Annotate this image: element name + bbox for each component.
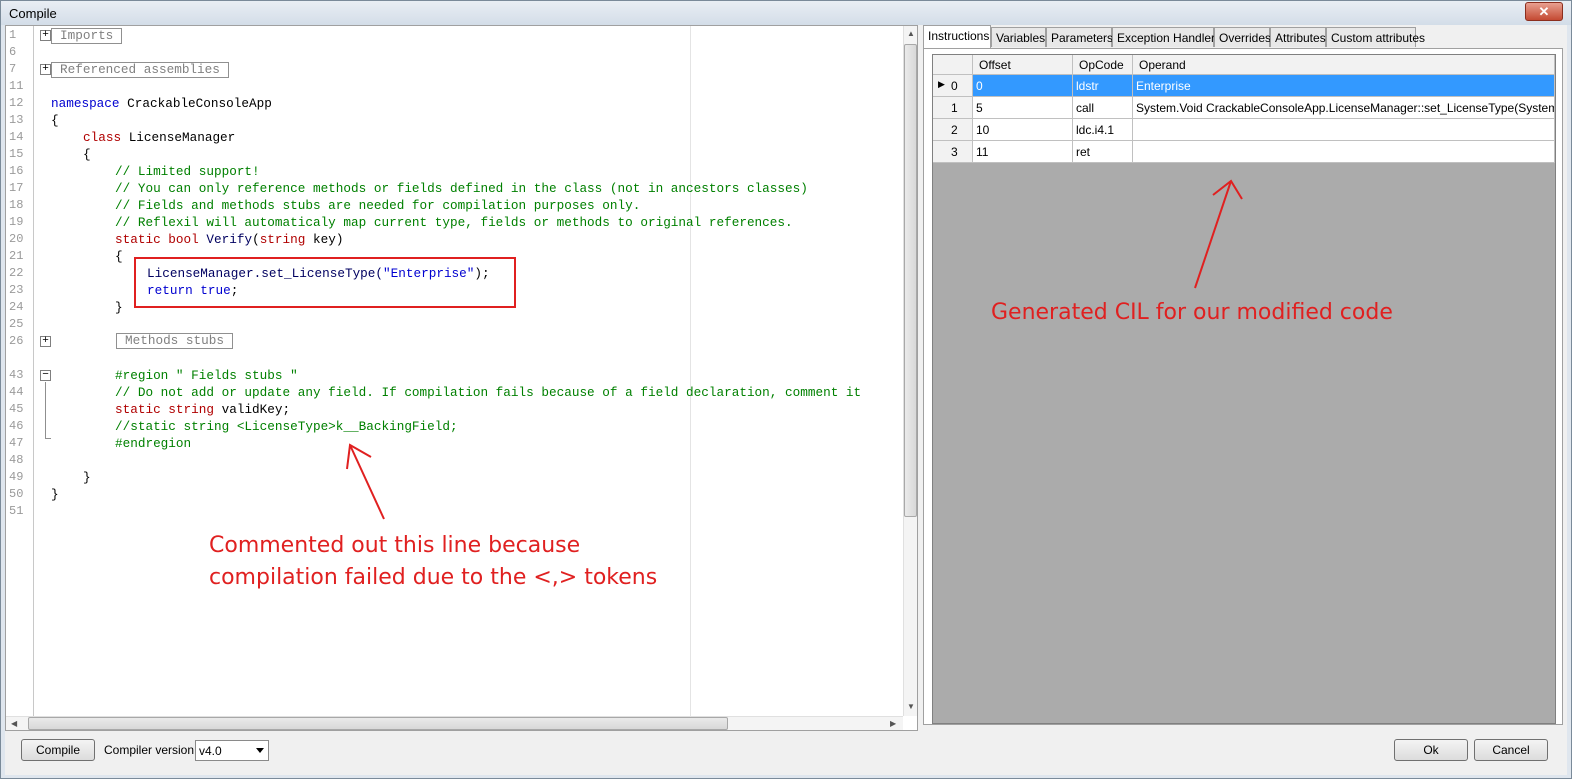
annotation-arrow-left-shaft bbox=[349, 444, 385, 520]
compile-window: Compile ✕ 1 6 7 11 12 13 14 15 16 17 18 … bbox=[0, 0, 1572, 779]
annotation-left-line2: compilation failed due to the <,> tokens bbox=[209, 565, 658, 590]
annotation-arrow-right-shaft bbox=[1194, 180, 1232, 289]
annotation-right: Generated CIL for our modified code bbox=[991, 300, 1393, 325]
annotation-arrows bbox=[346, 179, 1243, 520]
annotation-left-line1: Commented out this line because bbox=[209, 533, 581, 558]
